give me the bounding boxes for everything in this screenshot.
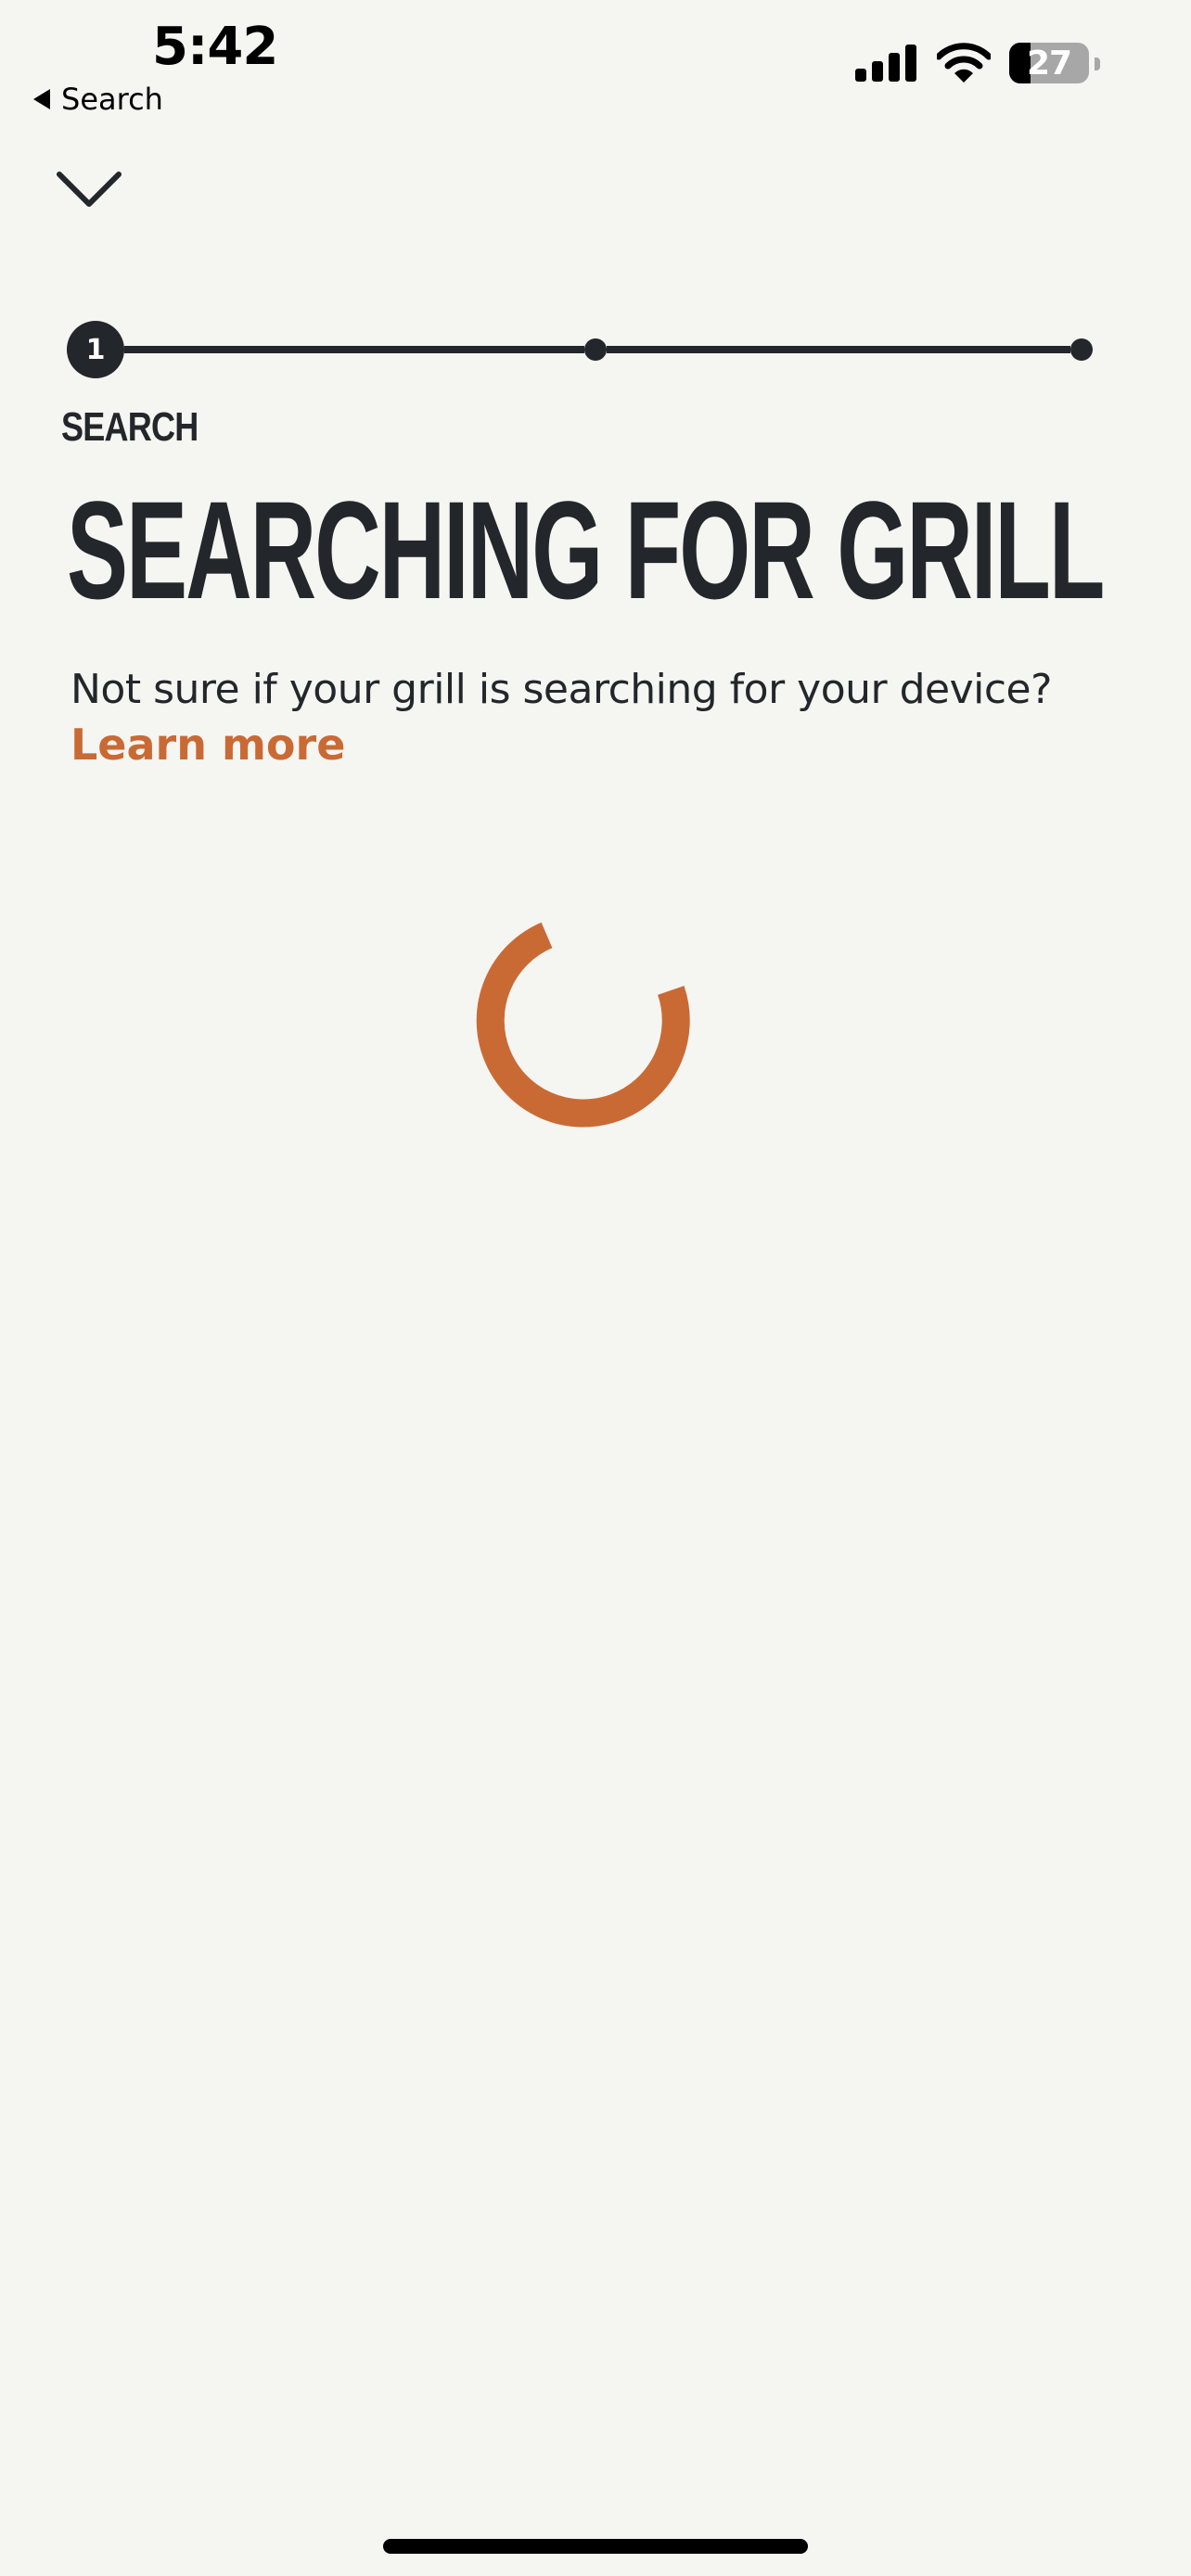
back-triangle-icon (33, 89, 50, 109)
back-to-search-label: Search (61, 82, 163, 117)
step-3-indicator (1070, 338, 1093, 361)
step-connector-1 (124, 346, 584, 353)
progress-stepper: 1 (67, 321, 1093, 378)
wifi-icon (937, 43, 991, 83)
step-connector-2 (607, 346, 1070, 353)
back-to-search-button[interactable]: Search (33, 82, 163, 117)
loading-spinner-icon (476, 922, 690, 1128)
cellular-signal-icon (855, 45, 916, 82)
page-title: SEARCHING FOR GRILL (67, 472, 1105, 628)
step-label: SEARCH (61, 404, 198, 450)
close-button[interactable] (52, 161, 126, 217)
home-indicator (383, 2539, 808, 2554)
learn-more-link[interactable]: Learn more (70, 720, 345, 770)
battery-cap (1095, 57, 1100, 70)
battery-level: 27 (1026, 44, 1072, 83)
status-time: 5:42 (152, 17, 278, 77)
battery-icon: 27 (1009, 43, 1089, 83)
status-icons: 27 (855, 43, 1089, 83)
help-text: Not sure if your grill is searching for … (70, 666, 1052, 713)
chevron-down-icon (57, 172, 122, 207)
step-2-indicator (584, 338, 607, 361)
step-1-indicator: 1 (67, 321, 124, 378)
